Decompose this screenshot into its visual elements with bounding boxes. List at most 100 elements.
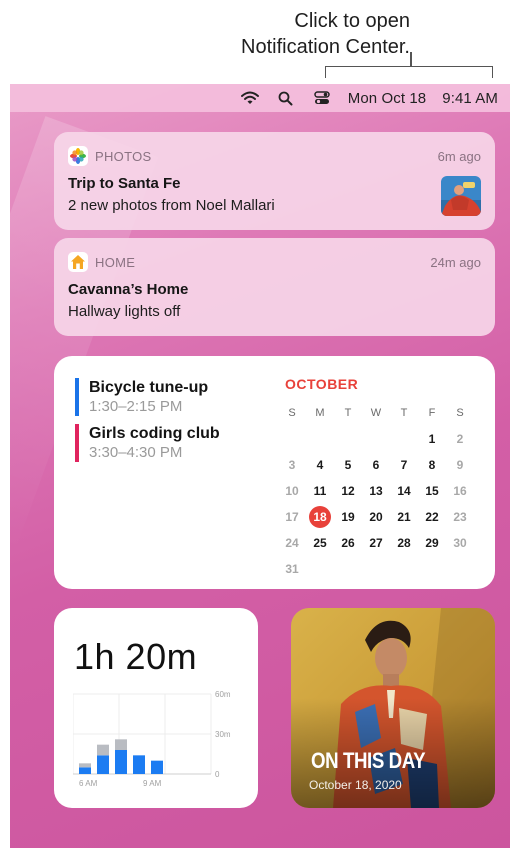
calendar-day[interactable]: 22	[418, 506, 446, 528]
event-time: 1:30–2:15 PM	[89, 398, 183, 415]
control-center-icon[interactable]	[312, 88, 332, 108]
notification-time: 24m ago	[430, 254, 481, 270]
calendar-day[interactable]: 7	[390, 454, 418, 476]
calendar-weekday: W	[370, 407, 382, 419]
photos-app-icon	[68, 146, 88, 166]
menu-bar-time[interactable]: 9:41 AM	[442, 90, 498, 107]
calendar-weekday: F	[428, 407, 436, 419]
calendar-day	[390, 558, 418, 580]
calendar-day	[418, 558, 446, 580]
calendar-day[interactable]: 14	[390, 480, 418, 502]
calendar-day[interactable]: 19	[334, 506, 362, 528]
callout-annotation: Click to open Notification Center.	[0, 0, 510, 84]
calendar-day	[362, 428, 390, 450]
calendar-day[interactable]: 1	[418, 428, 446, 450]
notification-title: Cavanna’s Home	[68, 281, 189, 298]
calendar-week-row: 3456789	[278, 452, 474, 478]
calendar-day[interactable]: 16	[446, 480, 474, 502]
calendar-week-row: 17 18 19 20 21 22 23	[278, 504, 474, 530]
calendar-day[interactable]: 25	[306, 532, 334, 554]
notification-time: 6m ago	[437, 148, 481, 164]
calendar-day[interactable]: 13	[362, 480, 390, 502]
wifi-icon[interactable]	[240, 88, 260, 108]
calendar-day[interactable]: 27	[362, 532, 390, 554]
calendar-day[interactable]: 2	[446, 428, 474, 450]
callout-bracket	[325, 66, 493, 78]
calendar-day	[306, 428, 334, 450]
calendar-day[interactable]: 26	[334, 532, 362, 554]
calendar-day[interactable]: 28	[390, 532, 418, 554]
event-title: Bicycle tune-up	[89, 379, 209, 396]
calendar-day	[334, 558, 362, 580]
desktop: Mon Oct 18 9:41 AM PHOTOS 6m ago Trip to	[10, 84, 510, 848]
calendar-day	[278, 428, 306, 450]
calendar-day[interactable]: 11	[306, 480, 334, 502]
calendar-widget[interactable]: Bicycle tune-up 1:30–2:15 PM Girls codin…	[54, 356, 495, 589]
calendar-day[interactable]: 31	[278, 558, 306, 580]
calendar-day[interactable]: 4	[306, 454, 334, 476]
chart-y-tick-label: 60m	[215, 690, 231, 699]
calendar-week-row: 10 11 12 13 14 15 16	[278, 478, 474, 504]
chart-y-tick-label: 0	[215, 770, 220, 779]
chart-x-tick-label: 9 AM	[143, 779, 162, 788]
screen-time-chart: 60m 30m 0 6 AM 9 AM	[73, 690, 231, 788]
notification-title: Trip to Santa Fe	[68, 175, 181, 192]
chart-bar-blue	[115, 750, 127, 774]
calendar-weekday: S	[456, 407, 464, 419]
chart-y-tick-label: 30m	[215, 730, 231, 739]
calendar-day[interactable]: 15	[418, 480, 446, 502]
calendar-event[interactable]: Bicycle tune-up 1:30–2:15 PM	[75, 378, 208, 416]
calendar-day[interactable]: 21	[390, 506, 418, 528]
calendar-day	[390, 428, 418, 450]
calendar-day[interactable]: 23	[446, 506, 474, 528]
menu-bar-date[interactable]: Mon Oct 18	[348, 90, 427, 107]
event-title: Girls coding club	[89, 425, 220, 442]
calendar-day[interactable]: 8	[418, 454, 446, 476]
callout-pointer	[410, 52, 412, 67]
calendar-day[interactable]: 29	[418, 532, 446, 554]
calendar-day[interactable]: 30	[446, 532, 474, 554]
calendar-week-row: 12	[278, 426, 474, 452]
calendar-today[interactable]: 18	[306, 506, 334, 528]
calendar-month: OCTOBER	[285, 376, 359, 392]
calendar-day[interactable]: 12	[334, 480, 362, 502]
chart-bar-blue	[133, 755, 145, 774]
calendar-weekday: T	[344, 407, 352, 419]
calendar-day[interactable]: 10	[278, 480, 306, 502]
notification-app-name: HOME	[95, 254, 136, 270]
calendar-week-row: 24 25 26 27 28 29 30	[278, 530, 474, 556]
calendar-day[interactable]: 3	[278, 454, 306, 476]
calendar-day	[446, 558, 474, 580]
calendar-day[interactable]: 5	[334, 454, 362, 476]
calendar-day	[362, 558, 390, 580]
chart-bar-blue	[79, 767, 91, 774]
notification-body: 2 new photos from Noel Mallari	[68, 197, 275, 214]
screen-time-total: 1h 20m	[74, 636, 198, 677]
calendar-weekday-row: SMTWTFS	[278, 400, 474, 426]
notification-photos[interactable]: PHOTOS 6m ago Trip to Santa Fe 2 new pho…	[54, 132, 495, 230]
calendar-day[interactable]: 9	[446, 454, 474, 476]
notification-home[interactable]: HOME 24m ago Cavanna’s Home Hallway ligh…	[54, 238, 495, 336]
chart-bar-gray	[79, 763, 91, 768]
calendar-day[interactable]: 6	[362, 454, 390, 476]
memory-title: ON THIS DAY	[311, 748, 426, 773]
calendar-day[interactable]: 17	[278, 506, 306, 528]
search-icon[interactable]	[276, 88, 296, 108]
chart-x-tick-label: 6 AM	[79, 779, 98, 788]
menu-bar: Mon Oct 18 9:41 AM	[10, 84, 510, 112]
photos-memory-widget[interactable]: ON THIS DAY October 18, 2020	[291, 608, 495, 808]
photo-thumbnail	[441, 176, 481, 216]
notification-app-name: PHOTOS	[95, 148, 152, 164]
calendar-day[interactable]: 20	[362, 506, 390, 528]
screen-time-widget[interactable]: 1h 20m 60m 30m 0 6 AM 9 AM	[54, 608, 258, 808]
calendar-day[interactable]: 24	[278, 532, 306, 554]
callout-text: Click to open Notification Center.	[241, 8, 410, 60]
chart-bar-blue	[151, 760, 163, 774]
calendar-event[interactable]: Girls coding club 3:30–4:30 PM	[75, 424, 220, 462]
calendar-day	[306, 558, 334, 580]
chart-bar-gray	[97, 744, 109, 756]
memory-date: October 18, 2020	[309, 778, 402, 792]
calendar-weekday: T	[400, 407, 408, 419]
calendar-weekday: S	[288, 407, 296, 419]
callout-line-1: Click to open	[294, 10, 410, 32]
